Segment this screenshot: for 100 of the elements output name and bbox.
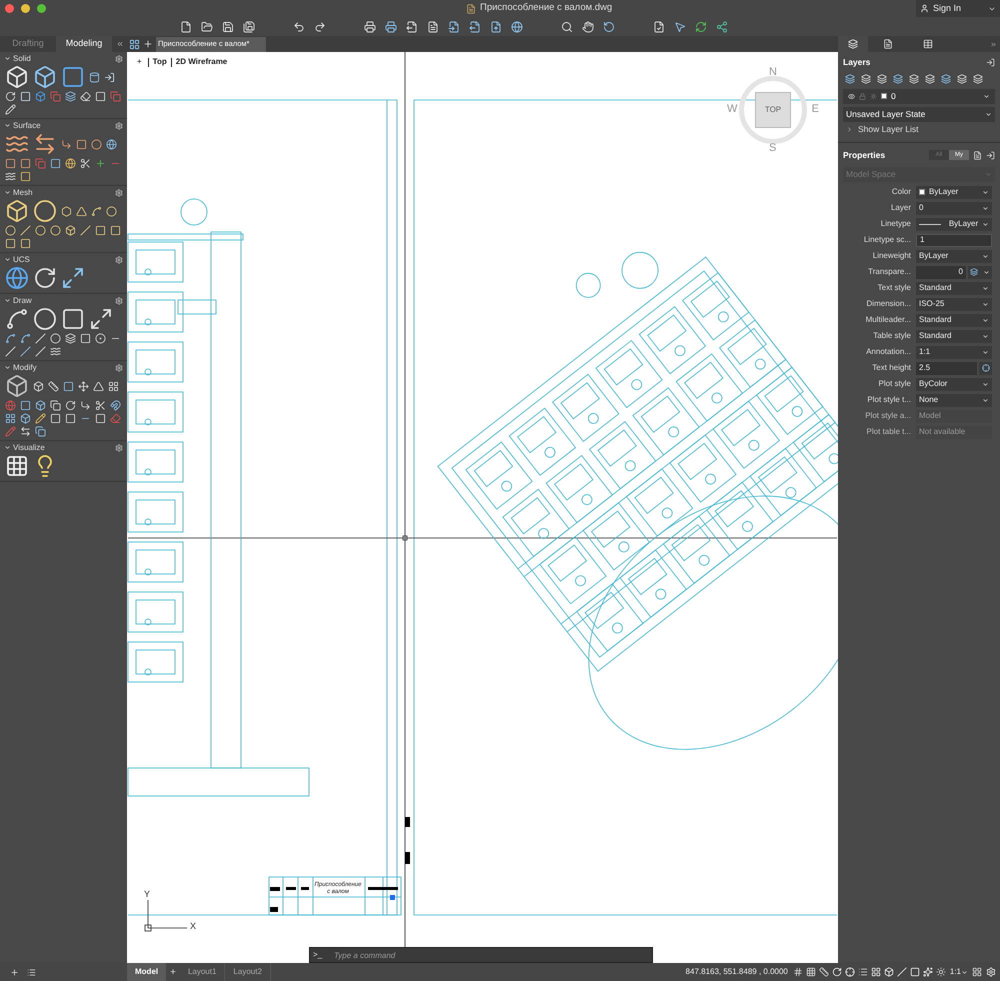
- command-prompt[interactable]: >_: [310, 949, 334, 961]
- move-icon[interactable]: [78, 380, 89, 392]
- rotate-icon[interactable]: [65, 400, 76, 411]
- command-input[interactable]: Type a command: [334, 948, 652, 962]
- transparency-dropdown[interactable]: [968, 266, 992, 278]
- layout-tab[interactable]: Layout2: [225, 963, 271, 981]
- viewport-control[interactable]: 2D Wireframe: [176, 56, 228, 68]
- globe-icon[interactable]: [5, 266, 29, 290]
- file-up-icon[interactable]: [490, 20, 502, 32]
- layer-tool-icon[interactable]: [973, 74, 983, 84]
- sign-in-button[interactable]: Sign In: [916, 0, 1000, 17]
- square-icon[interactable]: [76, 138, 87, 150]
- cube-icon[interactable]: [5, 65, 29, 89]
- mesh-sphere-icon[interactable]: [33, 199, 57, 223]
- spline-icon[interactable]: [91, 206, 102, 216]
- viewport-control[interactable]: Top: [152, 56, 167, 68]
- linetype-dropdown[interactable]: ByLayer: [916, 218, 992, 230]
- section-caret-icon[interactable]: [4, 189, 11, 196]
- spline-icon[interactable]: [20, 333, 31, 344]
- circle-icon[interactable]: [50, 225, 61, 236]
- settings-icon[interactable]: [115, 122, 123, 130]
- settings-icon[interactable]: [115, 54, 123, 62]
- swap-icon[interactable]: [20, 426, 31, 437]
- line-icon[interactable]: [35, 333, 46, 344]
- property-input[interactable]: 2.5: [916, 362, 977, 374]
- dock-icon[interactable]: [986, 150, 995, 160]
- settings-icon[interactable]: [115, 444, 123, 452]
- collapse-icon[interactable]: [116, 40, 124, 48]
- layer-tool-icon[interactable]: [957, 74, 967, 84]
- wave-icon[interactable]: [5, 171, 16, 182]
- hand-icon[interactable]: [582, 20, 594, 32]
- arc-icon[interactable]: [5, 333, 16, 344]
- layer-tool-icon[interactable]: [861, 74, 871, 84]
- property-dropdown[interactable]: 1:1: [916, 346, 992, 358]
- viewcube-top-face[interactable]: TOP: [755, 92, 791, 128]
- section-caret-icon[interactable]: [4, 364, 11, 371]
- file-output-icon[interactable]: [406, 20, 418, 32]
- square-icon[interactable]: [5, 238, 16, 249]
- layer-dropdown[interactable]: 0: [843, 88, 995, 104]
- box-icon[interactable]: [20, 413, 31, 424]
- undo-icon[interactable]: [293, 20, 305, 32]
- slash-icon[interactable]: [20, 225, 31, 236]
- square-icon[interactable]: [63, 380, 74, 392]
- show-layer-list-toggle[interactable]: Show Layer List: [838, 122, 1000, 138]
- circle-icon[interactable]: [91, 138, 102, 150]
- grid-icon[interactable]: [792, 967, 803, 977]
- settings-icon[interactable]: [115, 256, 123, 264]
- layer-tool-icon[interactable]: [925, 74, 935, 84]
- rectangle-icon[interactable]: [61, 307, 85, 331]
- section-caret-icon[interactable]: [4, 122, 11, 129]
- property-dropdown[interactable]: ISO-25: [916, 298, 992, 310]
- section-caret-icon[interactable]: [4, 55, 11, 62]
- pencil-icon[interactable]: [35, 413, 46, 424]
- minimize-window-icon[interactable]: [21, 4, 30, 13]
- box-icon[interactable]: [35, 91, 46, 102]
- property-dropdown[interactable]: Standard: [916, 282, 992, 294]
- new-file-icon[interactable]: [180, 20, 192, 32]
- rotate-icon[interactable]: [33, 266, 57, 290]
- plus-icon[interactable]: [95, 158, 106, 169]
- corner-icon[interactable]: [61, 138, 72, 150]
- printer-icon[interactable]: [385, 20, 397, 32]
- maximize-window-icon[interactable]: [37, 4, 46, 13]
- layer-tool-icon[interactable]: [893, 74, 903, 84]
- workspace-icon[interactable]: [972, 967, 982, 977]
- square-icon[interactable]: [20, 238, 31, 249]
- settings-icon[interactable]: [115, 364, 123, 372]
- refresh-icon[interactable]: [695, 20, 707, 32]
- file-output-icon[interactable]: [469, 20, 481, 32]
- settings-icon[interactable]: [115, 188, 123, 196]
- globe-icon[interactable]: [106, 138, 117, 150]
- color-dropdown[interactable]: ByLayer: [916, 186, 992, 198]
- layout-tab[interactable]: Model: [127, 963, 166, 981]
- scissors-icon[interactable]: [95, 400, 106, 411]
- transparency-input[interactable]: 0: [916, 266, 966, 278]
- file-input-icon[interactable]: [448, 20, 460, 32]
- section-caret-icon[interactable]: [4, 297, 11, 304]
- start-tab-icon[interactable]: [129, 38, 140, 50]
- layers-icon[interactable]: [65, 91, 76, 102]
- layer-tool-icon[interactable]: [909, 74, 919, 84]
- workspace-tab[interactable]: Modeling: [56, 36, 112, 52]
- redo-icon[interactable]: [314, 20, 326, 32]
- globe-icon[interactable]: [65, 158, 76, 169]
- save-as-icon[interactable]: [243, 20, 255, 32]
- layer-state-dropdown[interactable]: Unsaved Layer State: [843, 106, 995, 122]
- square-icon[interactable]: [20, 171, 31, 182]
- box-icon[interactable]: [35, 400, 46, 411]
- property-dropdown[interactable]: None: [916, 394, 992, 406]
- square-icon[interactable]: [61, 65, 85, 89]
- cylinder-icon[interactable]: [89, 72, 100, 82]
- globe-icon[interactable]: [511, 20, 523, 32]
- property-dropdown[interactable]: ByColor: [916, 378, 992, 390]
- circle-icon[interactable]: [35, 225, 46, 236]
- new-tab-icon[interactable]: [143, 39, 153, 49]
- expand-icon[interactable]: [990, 40, 997, 48]
- grid-icon[interactable]: [108, 380, 119, 392]
- square-icon[interactable]: [20, 400, 31, 411]
- box-icon[interactable]: [65, 225, 76, 236]
- layer-tool-icon[interactable]: [941, 74, 951, 84]
- ellipse-icon[interactable]: [50, 333, 61, 344]
- section-caret-icon[interactable]: [4, 444, 11, 451]
